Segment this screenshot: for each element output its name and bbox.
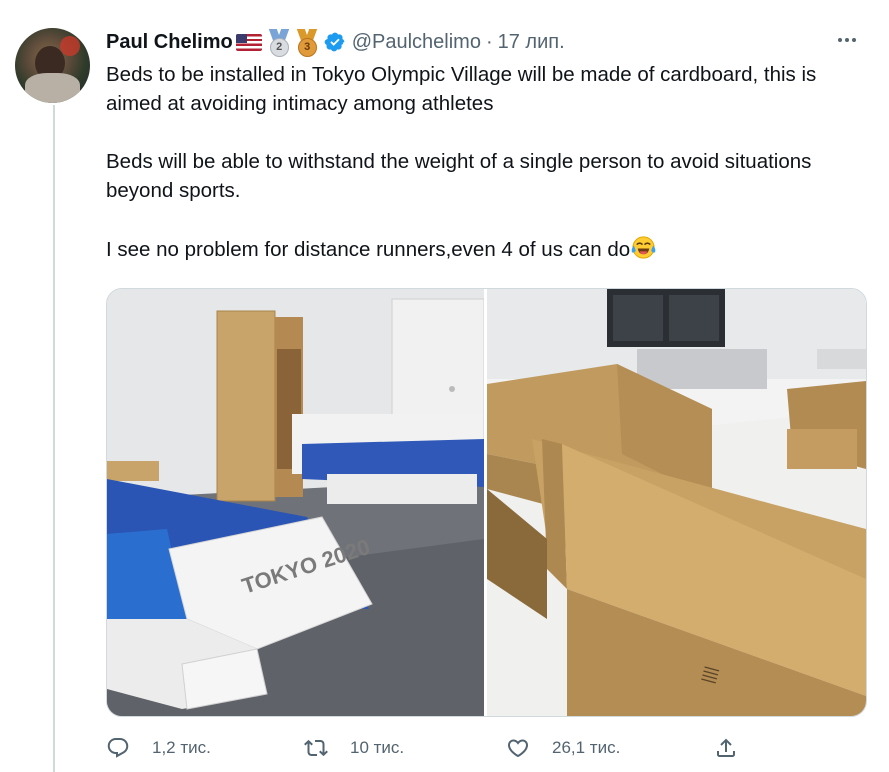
tears-of-joy-emoji-icon [631, 236, 656, 259]
reply-icon [107, 738, 129, 758]
verified-badge-icon [324, 32, 345, 52]
user-name[interactable]: Paul Chelimo [106, 31, 233, 54]
avatar-detail [60, 36, 80, 56]
like-button[interactable]: 26,1 тис. [506, 733, 620, 763]
retweet-button[interactable]: 10 тис. [304, 733, 404, 763]
user-handle[interactable]: @Paulchelimo [352, 31, 481, 54]
bronze-medal-icon: 3 [296, 29, 318, 57]
silver-medal-icon: 2 [268, 29, 290, 57]
tweet-actions: 1,2 тис. 10 тис. 26,1 тис. [106, 733, 866, 763]
tweet-paragraph: Beds will be able to withstand the weigh… [106, 150, 812, 202]
like-count: 26,1 тис. [552, 738, 621, 757]
tweet-header: Paul Chelimo 2 3 @Paulchelimo · 17 лип. [106, 28, 565, 57]
us-flag-icon [235, 33, 262, 51]
more-options-icon[interactable] [832, 30, 862, 50]
photo-cardboard-beds-image: |||| [487, 289, 866, 716]
heart-icon [507, 739, 529, 758]
avatar-detail [25, 73, 80, 103]
share-icon [717, 738, 735, 757]
photo-beds-room-image: TOKYO 2020 [107, 289, 484, 716]
thread-line [53, 105, 55, 772]
tweet-paragraph: Beds to be installed in Tokyo Olympic Vi… [106, 63, 817, 115]
separator-dot: · [485, 30, 493, 53]
photo-beds-room[interactable]: TOKYO 2020 [107, 289, 484, 716]
reply-button[interactable]: 1,2 тис. [106, 733, 211, 763]
photo-cardboard-beds[interactable]: |||| [487, 289, 866, 716]
retweet-count: 10 тис. [350, 738, 405, 757]
tweet-paragraph: I see no problem for distance runners,ev… [106, 234, 866, 264]
avatar[interactable] [15, 28, 90, 103]
tweet-text: Beds to be installed in Tokyo Olympic Vi… [106, 60, 866, 264]
reply-count: 1,2 тис. [152, 738, 211, 757]
tweet-date[interactable]: 17 лип. [498, 31, 565, 54]
share-button[interactable] [714, 733, 738, 763]
retweet-icon [304, 739, 328, 757]
tweet-media[interactable]: TOKYO 2020 |||| [106, 288, 867, 717]
